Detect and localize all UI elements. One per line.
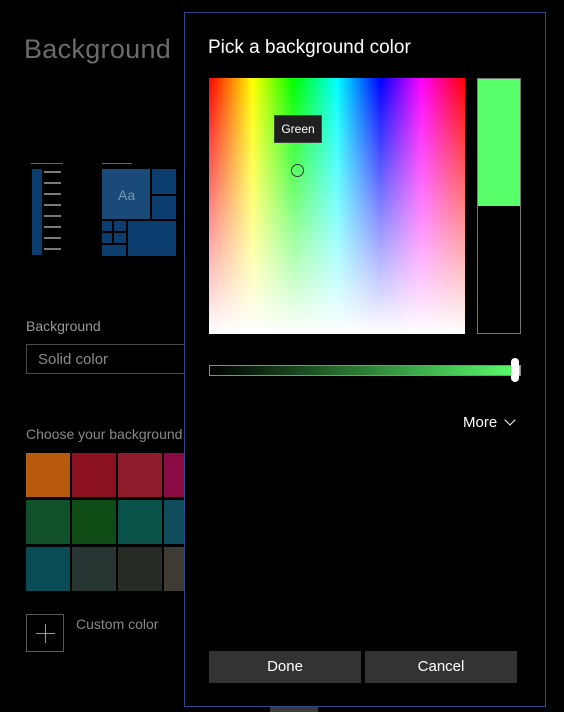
preview-bar (31, 163, 63, 164)
spectrum-white-overlay (209, 78, 465, 334)
cancel-button[interactable]: Cancel (365, 651, 517, 683)
preview-tile (102, 233, 112, 243)
chevron-down-icon (504, 414, 516, 426)
color-swatch[interactable] (72, 500, 116, 544)
preview-line (44, 171, 61, 173)
preview-line (44, 248, 61, 250)
color-swatch[interactable] (118, 453, 162, 497)
previous-color-preview (478, 206, 520, 333)
custom-color-label[interactable]: Custom color (76, 616, 158, 632)
preview-tile (102, 221, 112, 231)
color-preview (477, 78, 521, 334)
scroll-indicator (270, 707, 318, 712)
color-name-tooltip: Green (274, 115, 322, 143)
preview-line (44, 182, 61, 184)
background-type-value: Solid color (38, 351, 109, 368)
brightness-slider-thumb[interactable] (510, 358, 519, 382)
done-button[interactable]: Done (209, 651, 361, 683)
color-swatch[interactable] (26, 500, 70, 544)
preview-tile (114, 233, 126, 243)
background-label: Background (26, 318, 101, 334)
preview-line (44, 193, 61, 195)
preview-line (44, 226, 61, 228)
background-type-select[interactable]: Solid color (26, 344, 196, 374)
color-picker-handle[interactable] (291, 164, 304, 177)
color-swatch[interactable] (118, 500, 162, 544)
page-title: Background (24, 34, 172, 64)
more-label: More (463, 414, 498, 431)
dialog-title: Pick a background color (208, 37, 411, 58)
color-swatch[interactable] (72, 547, 116, 591)
more-button[interactable]: More (463, 414, 516, 431)
new-color-preview (478, 79, 520, 206)
preview-tile (114, 221, 126, 231)
preview-line (44, 237, 61, 239)
preview-bar (102, 163, 132, 164)
preview-line (44, 204, 61, 206)
color-picker-dialog: Pick a background color Green More Done … (184, 12, 546, 707)
preview-sample-text: Aa (118, 187, 136, 203)
preview-thumbnail-tiles: Aa (102, 163, 176, 256)
color-swatch[interactable] (72, 453, 116, 497)
color-swatch[interactable] (118, 547, 162, 591)
preview-tile (152, 169, 176, 194)
preview-tile (102, 245, 126, 256)
color-spectrum[interactable]: Green (209, 78, 465, 334)
color-swatch[interactable] (26, 453, 70, 497)
preview-tile (128, 221, 176, 256)
custom-color-add-button[interactable] (26, 614, 64, 652)
preview-line (44, 215, 61, 217)
preview-thumbnail-start-menu (31, 163, 63, 256)
preview-column (32, 169, 42, 255)
preview-tile (152, 196, 176, 219)
color-swatch[interactable] (26, 547, 70, 591)
brightness-slider[interactable] (209, 365, 521, 376)
